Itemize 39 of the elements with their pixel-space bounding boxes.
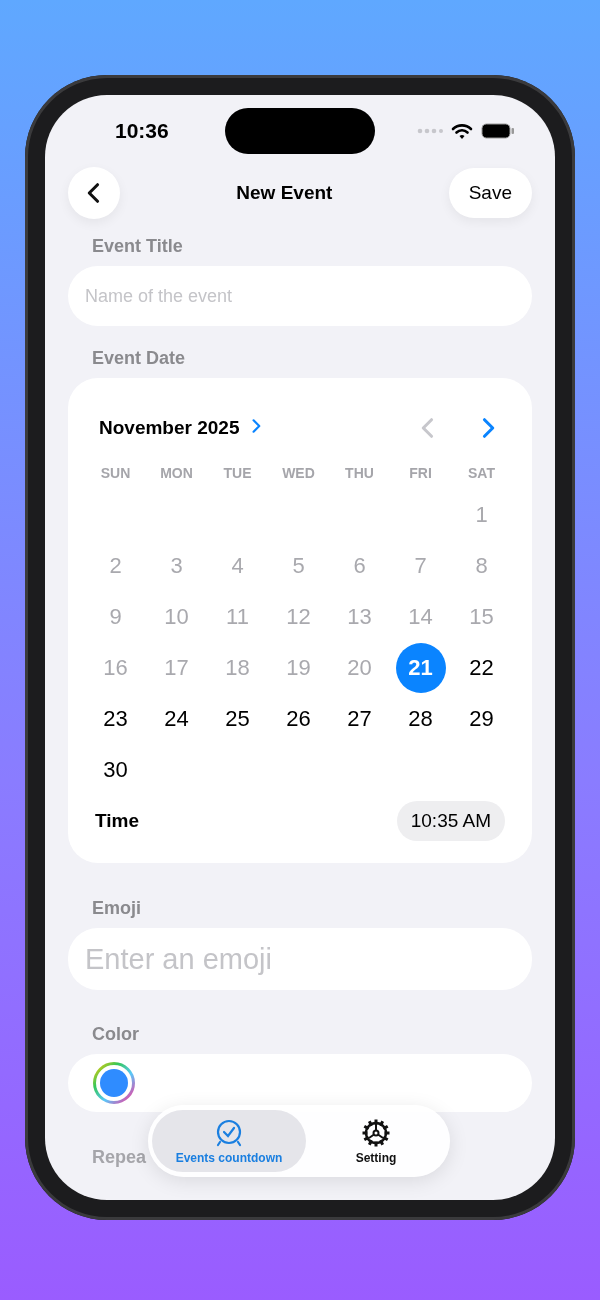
weekday-label: THU [345,464,374,483]
selected-day[interactable]: 21 [395,642,446,693]
screen-title: New Event [236,182,333,204]
wifi-icon [451,122,473,140]
time-picker[interactable]: 10:35 AM [396,801,505,841]
weekday-label: TUE [223,464,252,483]
back-button[interactable] [68,167,120,219]
tab[interactable]: Events countdown [152,1110,306,1172]
weekday-label: FRI [409,464,432,483]
month-title[interactable]: November 2025 [99,417,240,439]
emoji-input[interactable]: Enter an emoji [68,928,532,990]
status-time: 10:36 [115,119,170,143]
title-input[interactable]: Name of the event [68,266,532,326]
field-label: Repea [91,1146,147,1168]
save-button[interactable]: Save [448,168,532,218]
calendar-day[interactable]: 27 [334,693,385,744]
field-label: Color [91,1023,140,1045]
calendar-day[interactable]: 23 [90,693,141,744]
field-label: Emoji [91,897,142,919]
field-label: Event Title [91,235,184,257]
weekday-label: WED [282,464,315,483]
calendar-day[interactable]: 26 [273,693,324,744]
alarm-clock-icon [214,1117,244,1148]
calendar-day[interactable]: 24 [151,693,202,744]
battery-icon [481,123,515,139]
signal-icon [417,128,443,134]
time-label: Time [95,810,139,832]
calendar-day[interactable]: 28 [395,693,446,744]
weekday-label: MON [160,464,193,483]
color-swatch[interactable] [93,1062,135,1104]
calendar-day[interactable]: 29 [456,693,507,744]
calendar-day[interactable]: 30 [90,744,141,795]
weekday-label: SUN [100,464,131,483]
calendar-day[interactable]: 22 [456,642,507,693]
calendar-day[interactable]: 25 [212,693,263,744]
settings-icon [361,1117,391,1148]
weekday-label: SAT [468,464,495,483]
tab[interactable]: Setting [306,1110,446,1172]
field-label: Event Date [91,347,187,369]
